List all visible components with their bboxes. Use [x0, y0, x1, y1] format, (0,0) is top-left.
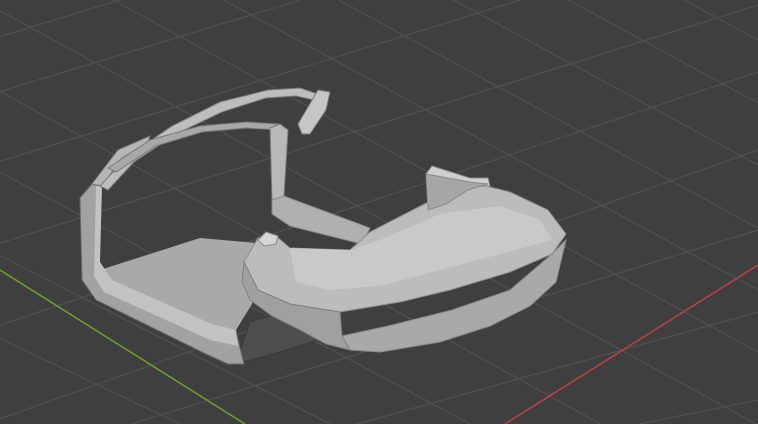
3d-viewport[interactable]	[0, 0, 758, 424]
floor-grid	[0, 0, 758, 424]
viewport-canvas[interactable]	[0, 0, 758, 424]
car-a-pillar	[269, 123, 289, 205]
car-body-mesh[interactable]	[79, 87, 567, 365]
car-cowl	[271, 195, 371, 245]
